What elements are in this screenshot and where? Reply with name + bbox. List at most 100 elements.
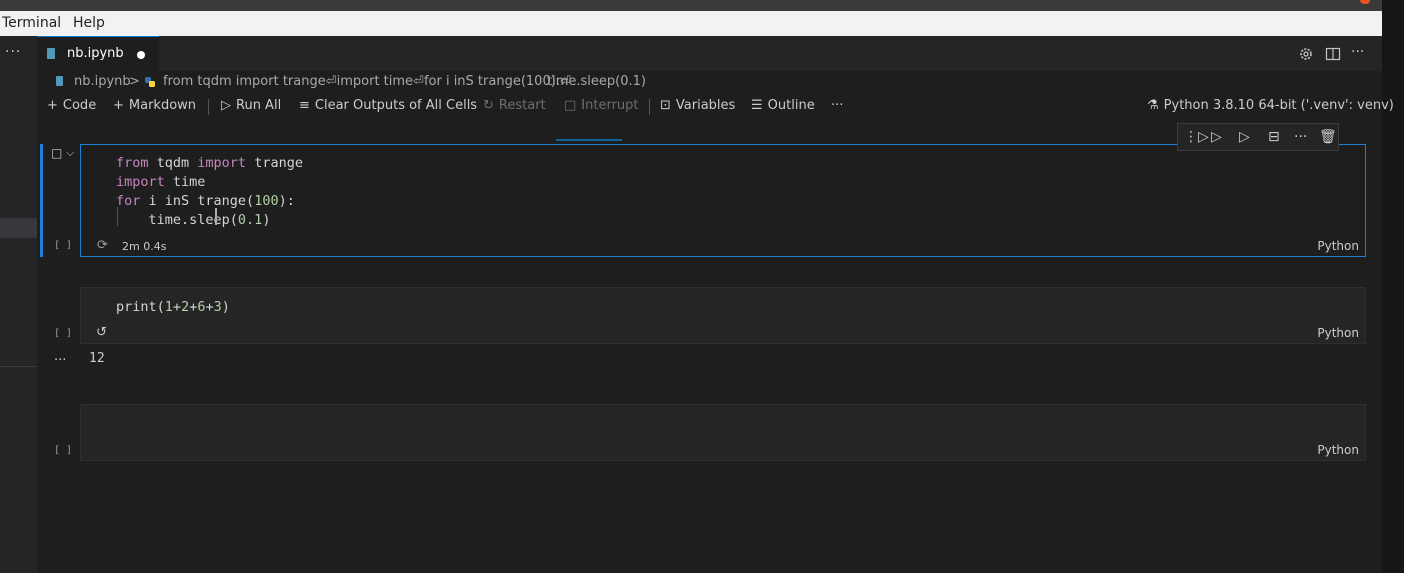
chevron-right-icon: > [129,74,140,89]
code-line[interactable]: import time [116,174,205,190]
outline-button[interactable]: ☰ Outline [751,98,815,113]
breadcrumb-cell[interactable]: from tqdm import trange⏎import time⏎for … [163,74,571,89]
code-text: trange [246,155,303,171]
variables-button[interactable]: ⊡ Variables [660,98,735,113]
stop-icon: □ [564,98,577,113]
clear-outputs-button[interactable]: ≡ Clear Outputs of All Cells [299,98,477,113]
code-line[interactable]: from tqdm import trange [116,155,303,171]
code-keyword: import [116,174,165,190]
code-number: 3 [213,299,222,315]
breadcrumb-line[interactable]: time.sleep(0.1) [547,74,646,89]
variables-icon: ⊡ [660,98,671,113]
python-icon [144,76,156,92]
run-below-icon[interactable]: ▷ [1239,129,1250,145]
code-keyword: import [197,155,247,171]
sidebar-selected-item[interactable] [0,218,37,238]
execution-count: [ ] [54,328,73,339]
chevron-down-icon[interactable]: ⌵ [66,146,74,160]
toolbar-divider [208,99,209,115]
cell-focus-indicator [40,144,43,257]
clear-all-icon: ≡ [299,98,310,113]
cell-output: 12 [89,351,105,366]
variables-label: Variables [675,98,736,113]
plus-icon: + [113,98,124,113]
notebook-file-icon [56,76,63,86]
code-line[interactable]: for i inS trange(100): [116,193,295,209]
cell-language[interactable]: Python [1317,239,1359,253]
code-keyword: from [116,155,149,171]
notebook-file-icon [47,48,55,59]
breadcrumb: nb.ipynb > from tqdm import trange⏎impor… [37,71,1382,93]
indent-guide [117,207,118,226]
restart-label: Restart [498,98,546,113]
cell-more-icon[interactable]: ··· [1294,129,1307,145]
menu-terminal[interactable]: Terminal [2,15,61,31]
add-code-cell-button[interactable]: + Code [47,98,96,113]
trash-icon[interactable]: 🗑 [1319,129,1337,145]
window-top-strip [0,0,1382,11]
toolbar-more-icon[interactable]: ··· [831,98,843,113]
history-icon: ↺ [96,325,107,340]
toolbar-divider [649,99,650,115]
execution-count: [ ] [54,445,73,456]
cell-language[interactable]: Python [1317,326,1359,340]
execution-time: 2m 0.4s [122,240,167,253]
editor-more-icon[interactable]: ··· [1351,44,1364,60]
interrupt-label: Interrupt [581,98,639,113]
code-text: ) [221,299,230,315]
execution-status-icon: ⟳ [97,238,108,253]
add-markdown-cell-button[interactable]: + Markdown [113,98,196,113]
code-text: ) [262,212,271,228]
add-markdown-label: Markdown [128,98,197,113]
window-close-control[interactable] [1360,0,1370,4]
interrupt-button[interactable]: □ Interrupt [564,98,639,113]
kernel-picker[interactable]: ⚗ Python 3.8.10 64-bit ('.venv': venv) [1147,98,1394,113]
cell-language[interactable]: Python [1317,443,1359,457]
split-editor-icon[interactable] [1325,46,1341,66]
code-text: tqdm [148,155,198,171]
run-by-line-icon[interactable]: ⋮▷ [1184,129,1209,145]
clear-outputs-label: Clear Outputs of All Cells [314,98,478,113]
sidebar-more-icon[interactable]: ··· [5,44,21,60]
execution-count: [ ] [54,240,73,251]
code-number: 1 [164,299,173,315]
code-text: i inS trange( [140,193,255,209]
code-line[interactable]: print(1+2+6+3) [116,299,230,315]
tab-bar [37,36,1382,71]
code-line[interactable]: time.sleep(0.1) [116,212,271,228]
run-all-button[interactable]: ▷ Run All [221,98,281,113]
code-text: ): [278,193,295,209]
execution-progress-bar [556,139,622,141]
breadcrumb-file[interactable]: nb.ipynb [74,74,131,89]
restart-button[interactable]: ↻ Restart [483,98,546,113]
tab-nb-ipynb[interactable]: nb.ipynb [37,36,159,71]
code-cell-1[interactable]: from tqdm import trange import time for i … [80,144,1366,257]
unsaved-dot-icon[interactable] [137,51,145,59]
sidebar: ··· [0,36,37,573]
gear-icon[interactable] [1298,46,1314,66]
window-edge [1382,0,1404,573]
tab-label: nb.ipynb [67,46,124,61]
text-cursor [215,208,217,225]
code-text: + [205,299,214,315]
add-code-label: Code [62,98,97,113]
cell-select-checkbox[interactable]: □ [51,146,62,160]
kernel-label: Python 3.8.10 64-bit ('.venv': venv) [1163,98,1394,113]
run-above-icon[interactable]: ▷ [1211,129,1222,145]
code-cell-2[interactable]: print(1+2+6+3) ↺ Python [80,287,1366,344]
outline-label: Outline [767,98,815,113]
code-keyword: for [116,193,141,209]
list-icon: ☰ [751,98,763,113]
code-text: + [172,299,182,315]
code-number: 100 [254,193,279,209]
code-cell-3[interactable]: Python [80,404,1366,461]
code-text: time [164,174,206,190]
menubar: Terminal Help [0,11,1382,36]
output-more-icon[interactable]: ··· [54,353,66,368]
plus-icon: + [47,98,58,113]
split-cell-icon[interactable]: ⊟ [1268,129,1280,145]
notebook-toolbar: + Code + Markdown ▷ Run All ≡ Clear Outputs … [37,93,1394,121]
code-text: time.sleep( [116,212,238,228]
cell-toolbar: ⋮▷ ▷ ▷ ⊟ ··· 🗑 [1177,123,1339,151]
menu-help[interactable]: Help [73,15,105,31]
